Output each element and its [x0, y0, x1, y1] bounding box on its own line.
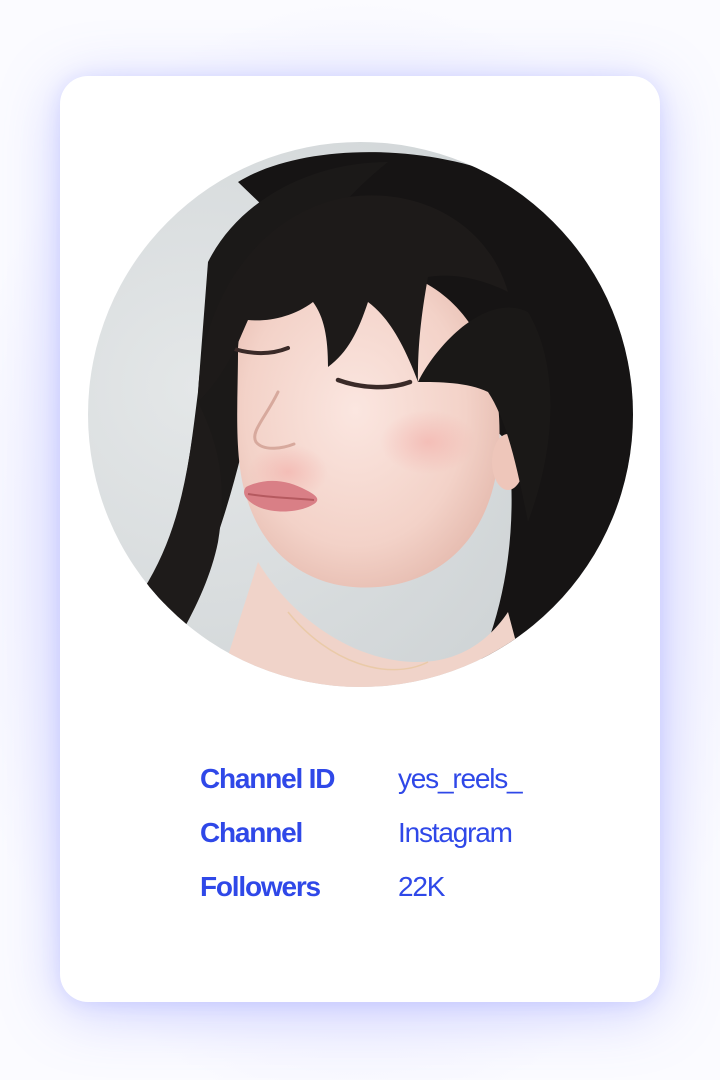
channel-label: Channel [200, 817, 303, 848]
profile-card: Channel ID yes_reels_ Channel Instagram … [60, 76, 660, 1002]
profile-photo [88, 142, 633, 687]
portrait-image [88, 142, 633, 687]
channel-value: Instagram [398, 817, 513, 848]
channel-id-label: Channel ID [200, 763, 335, 794]
channel-id-row: Channel ID yes_reels_ [200, 752, 560, 806]
followers-label: Followers [200, 871, 321, 902]
channel-info: Channel ID yes_reels_ Channel Instagram … [200, 752, 560, 914]
channel-row: Channel Instagram [200, 806, 560, 860]
channel-id-value: yes_reels_ [398, 763, 523, 794]
followers-row: Followers 22K [200, 860, 560, 914]
followers-value: 22K [398, 871, 445, 902]
